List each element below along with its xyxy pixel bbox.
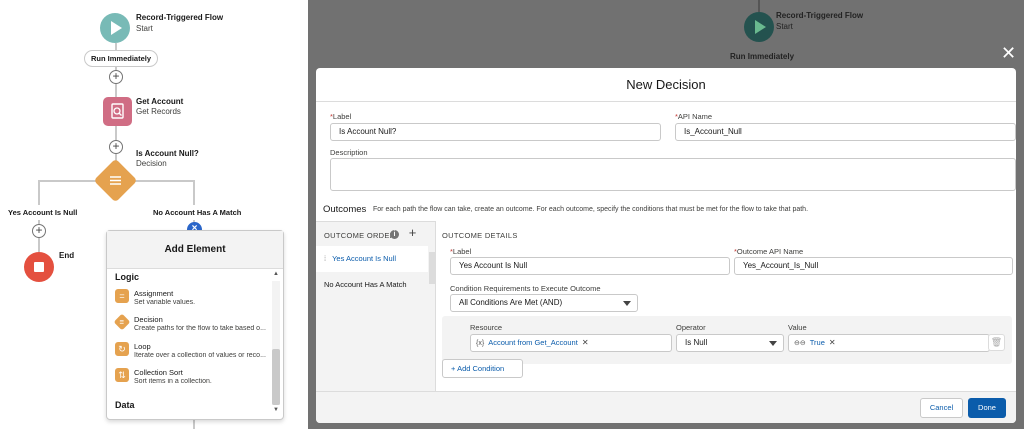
connector (758, 0, 760, 12)
get-account-title: Get Account (136, 97, 184, 106)
sort-icon: ⇅ (115, 368, 129, 382)
add-outcome-plus-icon[interactable]: + (404, 225, 421, 242)
remove-value-icon[interactable]: ✕ (829, 338, 836, 347)
add-element-plus-icon[interactable]: + (32, 224, 46, 238)
close-modal-icon[interactable]: ✕ (1001, 44, 1016, 62)
api-name-field-label: *API Name (675, 112, 713, 121)
flow-canvas: Record-Triggered Flow Start Run Immediat… (0, 0, 306, 429)
info-icon[interactable]: i (390, 230, 399, 239)
chevron-down-icon (623, 301, 631, 306)
api-name-input[interactable]: Is_Account_Null (675, 123, 1016, 141)
value-label: Value (788, 323, 807, 332)
operator-label: Operator (676, 323, 706, 332)
branch-yes-label[interactable]: Yes Account Is Null (2, 205, 84, 220)
start-node-icon[interactable] (100, 13, 130, 43)
new-decision-modal: New Decision *Label Is Account Null? *AP… (316, 68, 1016, 423)
decision-title: Is Account Null? (136, 149, 199, 158)
start-subtitle: Start (136, 24, 153, 33)
get-records-icon (111, 103, 124, 119)
outcomes-title: Outcomes (323, 204, 367, 215)
outcomes-description: For each path the flow can take, create … (373, 206, 809, 213)
add-element-title: Add Element (107, 231, 283, 269)
outcome-api-name-input[interactable]: Yes_Account_Is_Null (734, 257, 1013, 275)
end-node-icon[interactable] (24, 252, 54, 282)
outcome-label-field-label: *Label (450, 247, 472, 256)
operator-select[interactable]: Is Null (676, 334, 784, 352)
resource-pill: Account from Get_Account (488, 338, 578, 347)
decision-lines-icon (110, 176, 121, 185)
start-title: Record-Triggered Flow (136, 13, 224, 22)
outcome-order-label: OUTCOME ORDER (324, 231, 396, 240)
add-condition-button[interactable]: + Add Condition (442, 359, 523, 378)
outcome-details-title: OUTCOME DETAILS (442, 231, 518, 240)
value-input[interactable]: ⊖⊖ True ✕ (788, 334, 990, 352)
condition-requirements-label: Condition Requirements to Execute Outcom… (450, 284, 601, 293)
element-title: Decision (134, 315, 163, 324)
value-pill: True (809, 338, 825, 347)
decision-icon: ≡ (113, 313, 131, 331)
outcome-order-sidebar: OUTCOME ORDER i + ⁞ Yes Account Is Null N… (316, 221, 436, 391)
element-desc: Sort items in a collection. (134, 378, 212, 385)
resource-input[interactable]: {x} Account from Get_Account ✕ (470, 334, 672, 352)
outcomes-header: Outcomes For each path the flow can take… (316, 202, 1016, 222)
connector (193, 420, 195, 429)
chevron-down-icon (769, 341, 777, 346)
add-element-plus-icon[interactable]: + (109, 70, 123, 84)
done-button[interactable]: Done (968, 398, 1006, 418)
element-desc: Iterate over a collection of values or r… (134, 352, 266, 359)
background-start-node-icon (744, 12, 774, 42)
description-textarea[interactable] (330, 158, 1016, 191)
branch-no-label[interactable]: No Account Has A Match (147, 205, 248, 220)
modal-backdrop: Record-Triggered Flow Start Run Immediat… (308, 0, 1024, 429)
cancel-button[interactable]: Cancel (920, 398, 963, 418)
element-title: Assignment (134, 289, 174, 298)
background-start-title: Record-Triggered Flow (776, 11, 864, 20)
drag-handle-icon[interactable]: ⁞ (324, 254, 326, 263)
element-title: Collection Sort (134, 368, 183, 377)
data-heading: Data (115, 400, 135, 410)
outcome-list-scrollbar[interactable] (429, 252, 436, 284)
outcome-item-no[interactable]: No Account Has A Match (316, 272, 428, 298)
toggle-icon: ⊖⊖ (794, 340, 806, 347)
label-input[interactable]: Is Account Null? (330, 123, 661, 141)
modal-title: New Decision (316, 68, 1016, 102)
assignment-icon: = (115, 289, 129, 303)
remove-resource-icon[interactable]: ✕ (582, 338, 589, 347)
get-account-subtitle: Get Records (136, 107, 181, 116)
element-desc: Create paths for the flow to take based … (134, 325, 266, 332)
get-records-node-icon[interactable] (103, 97, 132, 126)
outcome-api-name-field-label: *Outcome API Name (734, 247, 804, 256)
scroll-down-icon[interactable]: ▼ (272, 407, 280, 413)
scroll-thumb[interactable] (272, 349, 280, 405)
outcome-label-input[interactable]: Yes Account Is Null (450, 257, 730, 275)
condition-requirements-select[interactable]: All Conditions Are Met (AND) (450, 294, 638, 312)
add-element-panel: Add Element Logic = Assignment Set varia… (106, 230, 284, 420)
add-element-plus-icon[interactable]: + (109, 140, 123, 154)
run-immediately-pill[interactable]: Run Immediately (84, 50, 159, 67)
scroll-up-icon[interactable]: ▲ (272, 271, 280, 277)
delete-condition-icon[interactable]: 🗑 (988, 334, 1005, 351)
loop-icon: ↻ (115, 342, 129, 356)
outcome-item-yes[interactable]: ⁞ Yes Account Is Null (316, 246, 428, 272)
label-field-label: *Label (330, 112, 352, 121)
modal-footer: Cancel Done (316, 391, 1016, 423)
element-desc: Set variable values. (134, 299, 196, 306)
background-start-subtitle: Start (776, 22, 793, 31)
element-title: Loop (134, 342, 151, 351)
background-run-pill: Run Immediately (730, 52, 795, 61)
panel-scrollbar[interactable]: ▲ ▼ (272, 271, 280, 415)
decision-subtitle: Decision (136, 159, 167, 168)
variable-icon: {x} (476, 340, 485, 347)
logic-heading: Logic (115, 272, 139, 282)
end-label: End (59, 251, 75, 260)
description-label: Description (330, 148, 368, 157)
resource-label: Resource (470, 323, 503, 332)
